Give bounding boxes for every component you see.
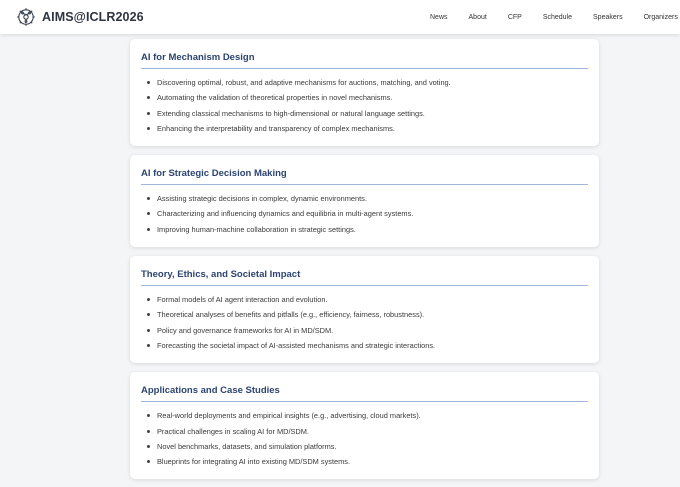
list-item: Extending classical mechanisms to high-d… <box>147 106 588 121</box>
list-item: Characterizing and influencing dynamics … <box>147 206 588 221</box>
card-title: Theory, Ethics, and Societal Impact <box>141 269 588 287</box>
nav-link-speakers[interactable]: Speakers <box>593 14 623 21</box>
topic-card-theory-ethics: Theory, Ethics, and Societal Impact Form… <box>130 256 599 364</box>
list-item: Blueprints for integrating AI into exist… <box>147 454 588 469</box>
nav-link-cfp[interactable]: CFP <box>508 14 522 21</box>
topic-list: Real-world deployments and empirical ins… <box>141 408 588 469</box>
topic-card-mechanism-design: AI for Mechanism Design Discovering opti… <box>130 39 599 147</box>
nav-link-organizers[interactable]: Organizers <box>644 14 678 21</box>
site-title[interactable]: AIMS@ICLR2026 <box>42 10 144 24</box>
topic-list: Assisting strategic decisions in complex… <box>141 191 588 237</box>
card-title: AI for Strategic Decision Making <box>141 168 588 186</box>
main-nav: News About CFP Schedule Speakers Organiz… <box>430 0 680 34</box>
list-item: Forecasting the societal impact of AI-as… <box>147 338 588 353</box>
list-item: Practical challenges in scaling AI for M… <box>147 424 588 439</box>
nav-link-about[interactable]: About <box>469 14 487 21</box>
list-item: Formal models of AI agent interaction an… <box>147 292 588 307</box>
topic-list: Discovering optimal, robust, and adaptiv… <box>141 75 588 136</box>
topic-list: Formal models of AI agent interaction an… <box>141 292 588 353</box>
list-item: Improving human-machine collaboration in… <box>147 222 588 237</box>
topic-card-applications: Applications and Case Studies Real-world… <box>130 372 599 480</box>
top-navbar: AIMS@ICLR2026 News About CFP Schedule Sp… <box>0 0 680 34</box>
list-item: Novel benchmarks, datasets, and simulati… <box>147 439 588 454</box>
list-item: Theoretical analyses of benefits and pit… <box>147 307 588 322</box>
list-item: Assisting strategic decisions in complex… <box>147 191 588 206</box>
topics-content: AI for Mechanism Design Discovering opti… <box>130 39 599 487</box>
gear-network-icon <box>17 8 35 26</box>
card-title: Applications and Case Studies <box>141 385 588 403</box>
list-item: Automating the validation of theoretical… <box>147 90 588 105</box>
topic-card-strategic-decision-making: AI for Strategic Decision Making Assisti… <box>130 155 599 248</box>
list-item: Policy and governance frameworks for AI … <box>147 323 588 338</box>
nav-link-news[interactable]: News <box>430 14 448 21</box>
brand[interactable]: AIMS@ICLR2026 <box>16 7 144 27</box>
card-title: AI for Mechanism Design <box>141 52 588 69</box>
list-item: Discovering optimal, robust, and adaptiv… <box>147 75 588 90</box>
nav-link-schedule[interactable]: Schedule <box>543 14 572 21</box>
list-item: Enhancing the interpretability and trans… <box>147 121 588 136</box>
list-item: Real-world deployments and empirical ins… <box>147 408 588 423</box>
